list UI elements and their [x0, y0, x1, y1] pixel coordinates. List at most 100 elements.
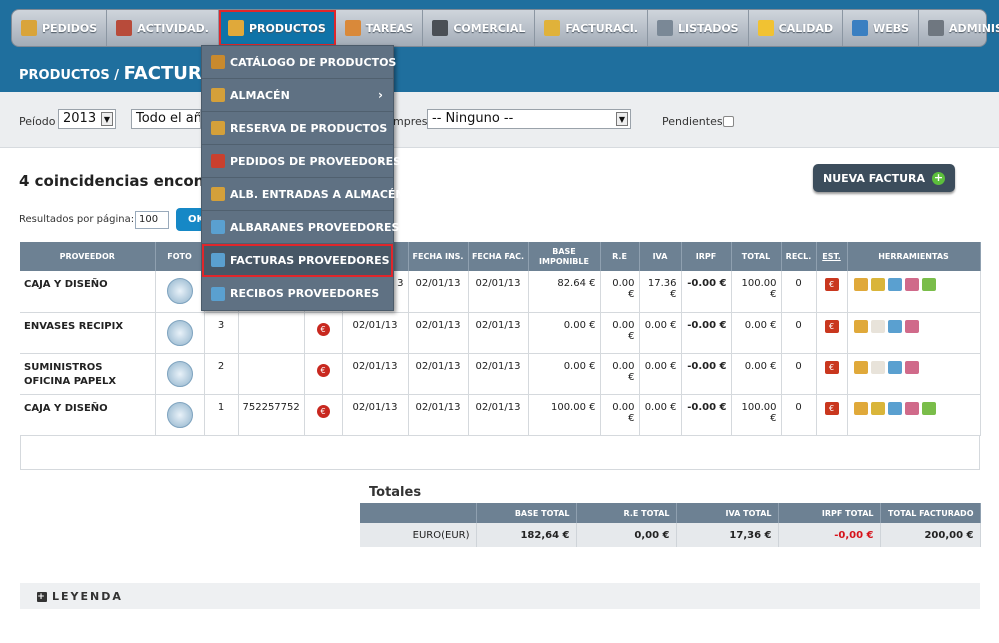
nav-item-label: FACTURACI.	[565, 21, 639, 35]
chart-icon[interactable]	[853, 401, 868, 415]
folder-icon	[344, 20, 361, 36]
claims-link[interactable]: 0	[781, 394, 817, 436]
date-invoice-cell: 02/01/13	[468, 271, 529, 313]
range-select-value: Todo el añ	[136, 111, 201, 126]
nav-item-label: PRODUCTOS	[248, 21, 326, 35]
column-header[interactable]: EST.	[816, 242, 848, 271]
totals-column-header: IVA TOTAL	[676, 503, 779, 523]
nav-item-administr[interactable]: ADMINISTR.	[919, 10, 999, 46]
company-select[interactable]: -- Ninguno -- ▼	[427, 109, 631, 129]
legend-toggle[interactable]: + LEYENDA	[37, 590, 123, 603]
totals-column-header: R.E TOTAL	[576, 503, 677, 523]
coin-icon[interactable]: €	[316, 404, 330, 418]
irpf-cell: -0.00 €	[681, 394, 732, 436]
claims-link[interactable]: 0	[781, 271, 817, 313]
menu-item-alb-entradas-a-almac-n[interactable]: ALB. ENTRADAS A ALMACÉN	[202, 178, 405, 211]
eraser-icon[interactable]	[904, 360, 919, 374]
euro-status-icon[interactable]: €	[824, 319, 839, 333]
tools-cell	[847, 271, 981, 313]
supplier-note-icon	[211, 220, 225, 234]
chart-icon[interactable]	[853, 360, 868, 374]
number-cell: 2	[204, 353, 239, 395]
total-cell: 0.00 €	[731, 312, 782, 354]
re-cell: 0.00 €	[600, 312, 640, 354]
new-invoice-button[interactable]: NUEVA FACTURA +	[813, 164, 955, 192]
total-cell: 0.00 €	[731, 353, 782, 395]
range-select[interactable]: Todo el añ	[131, 109, 201, 129]
supplier-link[interactable]: CAJA Y DISEÑO	[20, 271, 156, 313]
nav-item-calidad[interactable]: CALIDAD	[749, 10, 844, 46]
column-header: IRPF	[681, 242, 732, 271]
check-icon[interactable]	[921, 278, 936, 291]
status-cell: €	[816, 312, 848, 354]
nav-item-listados[interactable]: LISTADOS	[648, 10, 749, 46]
status-coin-cell: €	[304, 394, 343, 436]
chart-icon[interactable]	[853, 319, 868, 333]
column-header: FOTO	[155, 242, 205, 271]
edit-icon[interactable]	[887, 278, 902, 291]
nav-item-productos[interactable]: PRODUCTOS	[218, 10, 336, 46]
nav-item-label: TAREAS	[365, 21, 414, 35]
pending-checkbox[interactable]	[723, 116, 734, 127]
supplier-link[interactable]: CAJA Y DISEÑO	[20, 394, 156, 436]
nav-item-tareas[interactable]: TAREAS	[336, 10, 424, 46]
chart-icon[interactable]	[853, 278, 868, 291]
nav-item-pedidos[interactable]: PEDIDOS	[12, 10, 108, 46]
supplier-link[interactable]: SUMINISTROS OFICINA PAPELX	[20, 353, 156, 395]
menu-item-reserva-de-productos[interactable]: RESERVA DE PRODUCTOS	[202, 112, 393, 145]
re-cell: 0.00 €	[600, 394, 640, 436]
coin-stack-icon[interactable]	[870, 401, 885, 415]
coin-stack-icon[interactable]	[870, 319, 885, 333]
tools-group	[852, 360, 976, 374]
nav-item-actividad[interactable]: ACTIVIDAD.	[107, 10, 219, 46]
totals-column-header: IRPF TOTAL	[778, 503, 881, 523]
receipt-icon	[211, 286, 225, 301]
euro-status-icon[interactable]: €	[824, 401, 839, 415]
check-icon[interactable]	[921, 401, 936, 415]
nav-item-facturaci[interactable]: FACTURACI.	[535, 10, 649, 46]
nav-item-comercial[interactable]: COMERCIAL	[423, 10, 536, 46]
coin-icon[interactable]: €	[316, 363, 330, 377]
menu-item-pedidos-de-proveedores[interactable]: PEDIDOS DE PROVEEDORES ›	[202, 145, 401, 178]
menu-item-recibos-proveedores[interactable]: RECIBOS PROVEEDORES	[202, 277, 393, 310]
menu-item-label: ALB. ENTRADAS A ALMACÉN	[230, 187, 405, 201]
coin-stack-icon[interactable]	[870, 360, 885, 374]
status-coin-cell: €	[304, 353, 343, 395]
claims-link[interactable]: 0	[781, 353, 817, 395]
edit-icon[interactable]	[887, 319, 902, 333]
totals-value: 17,36 €	[676, 523, 779, 547]
table-body: CAJA Y DISEÑO 3 02/01/13 02/01/13 82.64 €0.0…	[20, 271, 981, 436]
legend-panel[interactable]: + LEYENDA	[20, 583, 980, 609]
tools-cell	[847, 353, 981, 395]
edit-icon[interactable]	[887, 401, 902, 415]
euro-status-icon[interactable]: €	[824, 360, 839, 374]
breadcrumb-section[interactable]: PRODUCTOS	[19, 68, 110, 83]
tools-group	[852, 278, 976, 291]
column-header: PROVEEDOR	[20, 242, 156, 271]
eraser-icon[interactable]	[904, 278, 919, 291]
claims-link[interactable]: 0	[781, 312, 817, 354]
coin-icon[interactable]: €	[316, 322, 330, 336]
menu-item-albaranes-proveedores[interactable]: ALBARANES PROVEEDORES	[202, 211, 399, 244]
edit-icon[interactable]	[887, 360, 902, 374]
nav-item-webs[interactable]: WEBS	[843, 10, 920, 46]
menu-item-almac-n[interactable]: ALMACÉN ›	[202, 79, 393, 112]
column-header: RECL.	[781, 242, 817, 271]
menu-item-facturas-proveedores[interactable]: FACTURAS PROVEEDORES	[202, 244, 393, 277]
totals-table: BASE TOTAL R.E TOTAL IVA TOTAL IRPF TOTAL TO…	[360, 503, 981, 547]
gear-icon	[928, 20, 945, 36]
tools-cell	[847, 312, 981, 354]
coin-stack-icon[interactable]	[870, 278, 885, 291]
euro-status-icon[interactable]: €	[824, 278, 839, 291]
menu-item-cat-logo-de-productos[interactable]: CATÁLOGO DE PRODUCTOS	[202, 46, 396, 79]
matches-count: 4 coincidencias encontra	[19, 172, 230, 190]
eraser-icon[interactable]	[904, 401, 919, 415]
year-select[interactable]: 2013 ▼	[58, 109, 116, 129]
base-cell: 100.00 €	[528, 394, 601, 436]
eraser-icon[interactable]	[904, 319, 919, 333]
totals-column-header: BASE TOTAL	[476, 503, 577, 523]
iva-cell: 0.00 €	[639, 394, 682, 436]
date-insert-cell: 02/01/13	[408, 271, 469, 313]
supplier-link[interactable]: ENVASES RECIPIX	[20, 312, 156, 354]
per-page-input[interactable]: 100	[135, 211, 169, 229]
